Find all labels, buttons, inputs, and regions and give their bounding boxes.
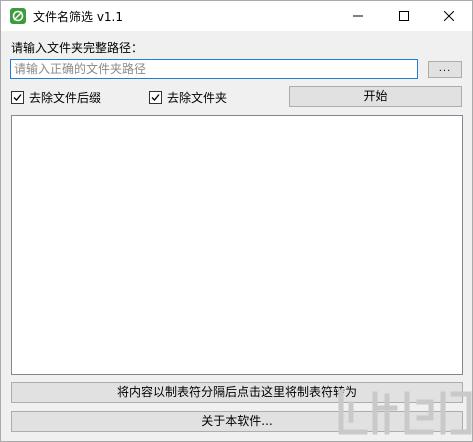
output-textarea[interactable] bbox=[11, 115, 463, 375]
minimize-button[interactable] bbox=[335, 1, 381, 31]
title-bar[interactable]: 文件名筛选 v1.1 bbox=[1, 1, 472, 31]
remove-folders-label: 去除文件夹 bbox=[167, 91, 228, 105]
minimize-icon bbox=[353, 15, 363, 17]
remove-folders-checkbox[interactable]: 去除文件夹 bbox=[149, 89, 227, 106]
app-window: 文件名筛选 v1.1 请输入文件夹完整路径： ... 去除文件后缀 bbox=[0, 0, 473, 442]
folder-path-label: 请输入文件夹完整路径： bbox=[11, 41, 144, 55]
close-icon bbox=[444, 11, 454, 21]
maximize-icon bbox=[399, 11, 409, 21]
remove-extension-checkbox[interactable]: 去除文件后缀 bbox=[11, 89, 101, 106]
app-logo-icon bbox=[10, 8, 26, 24]
start-button[interactable]: 开始 bbox=[289, 86, 462, 107]
folder-path-input[interactable] bbox=[10, 59, 418, 79]
convert-tabs-button[interactable]: 将内容以制表符分隔后点击这里将制表符转为 bbox=[11, 382, 463, 403]
about-button[interactable]: 关于本软件... bbox=[11, 411, 463, 432]
remove-extension-label: 去除文件后缀 bbox=[29, 91, 102, 105]
checkbox-checked-icon[interactable] bbox=[11, 91, 24, 104]
maximize-button[interactable] bbox=[381, 1, 427, 31]
close-button[interactable] bbox=[426, 1, 472, 31]
window-title: 文件名筛选 v1.1 bbox=[33, 10, 124, 24]
checkbox-checked-icon[interactable] bbox=[149, 91, 162, 104]
browse-button[interactable]: ... bbox=[428, 61, 462, 78]
